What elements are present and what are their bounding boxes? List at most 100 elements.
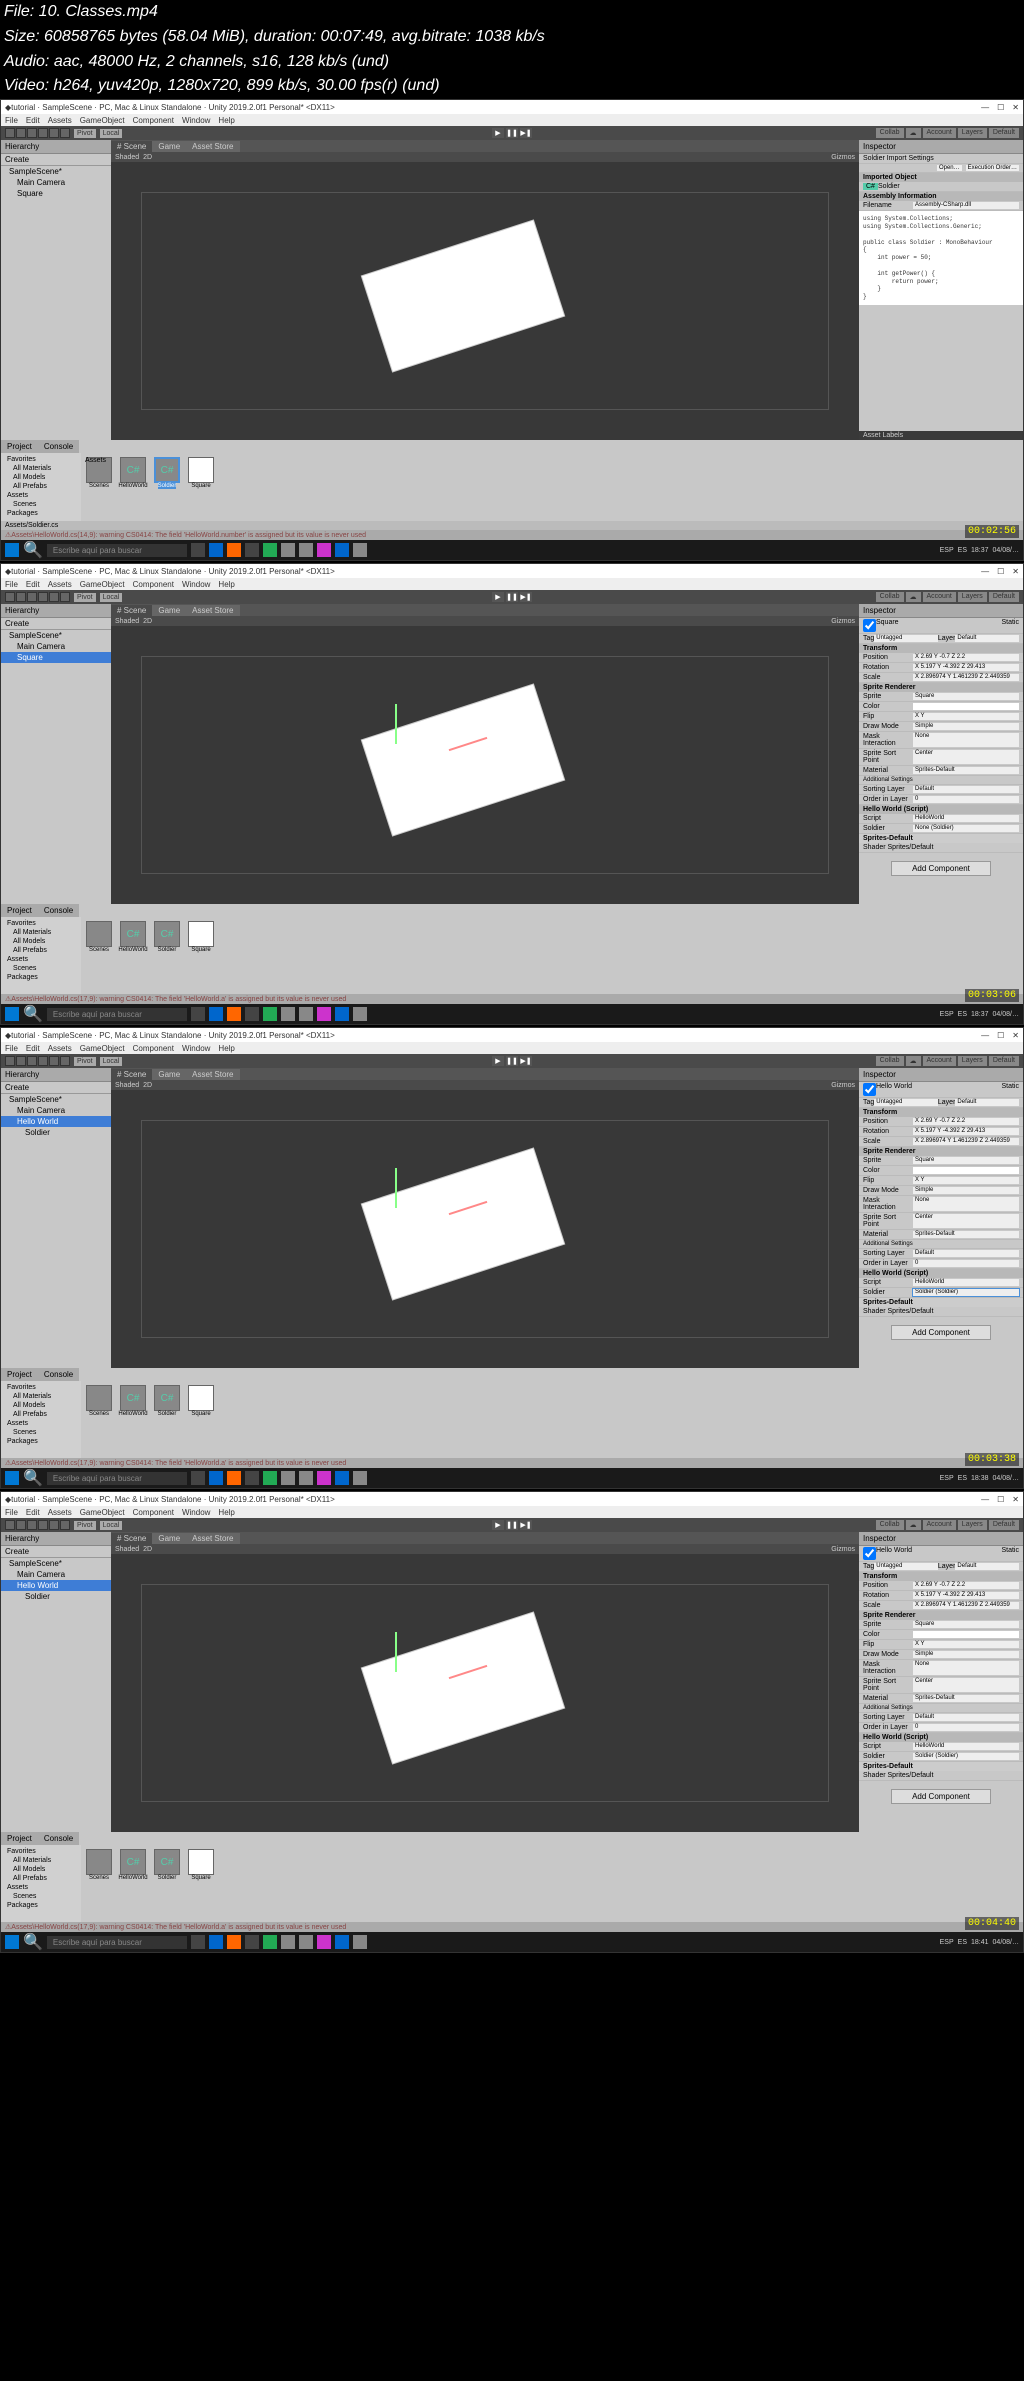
transform-tool-icon[interactable] <box>60 592 70 602</box>
soldier-field[interactable]: Soldier (Soldier) <box>913 1289 1019 1296</box>
script-component-header[interactable]: Hello World (Script) <box>859 1269 1023 1278</box>
account-dropdown[interactable]: Account <box>923 592 956 602</box>
asset-scenes[interactable]: Scenes <box>85 1385 113 1421</box>
sprites-default-material[interactable]: Sprites-Default <box>859 834 1023 843</box>
tray-lang[interactable]: ESP <box>940 547 954 554</box>
tree-all-prefabs[interactable]: All Prefabs <box>3 1874 79 1883</box>
asset-helloworld[interactable]: C#HelloWorld <box>119 1385 147 1421</box>
menu-gameobject[interactable]: GameObject <box>80 1508 125 1517</box>
y-axis-gizmo[interactable] <box>395 704 397 744</box>
add-component-button[interactable]: Add Component <box>891 1325 991 1340</box>
maximize-icon[interactable]: ☐ <box>997 567 1004 576</box>
asset-scenes[interactable]: Scenes <box>85 921 113 957</box>
pivot-toggle[interactable]: Pivot <box>74 129 96 138</box>
asset-store-tab[interactable]: Asset Store <box>186 605 239 616</box>
project-tab[interactable]: Project <box>1 904 38 917</box>
y-axis-gizmo[interactable] <box>395 1168 397 1208</box>
taskbar-app-6[interactable] <box>299 1471 313 1485</box>
taskbar-app-6[interactable] <box>299 1007 313 1021</box>
layout-dropdown[interactable]: Default <box>989 128 1019 138</box>
tree-packages[interactable]: Packages <box>3 1437 79 1446</box>
project-tab[interactable]: Project <box>1 1832 38 1845</box>
project-tab[interactable]: Project <box>1 440 38 453</box>
hierarchy-item-square[interactable]: Square <box>1 188 111 199</box>
tree-all-materials[interactable]: All Materials <box>3 928 79 937</box>
taskbar-app-7[interactable] <box>317 1007 331 1021</box>
taskbar-search[interactable]: Escribe aquí para buscar <box>47 1936 187 1949</box>
menu-file[interactable]: File <box>5 1508 18 1517</box>
color-field[interactable] <box>913 1631 1019 1638</box>
taskbar-app-3[interactable] <box>245 1471 259 1485</box>
scale-tool-icon[interactable] <box>38 128 48 138</box>
tree-all-prefabs[interactable]: All Prefabs <box>3 946 79 955</box>
scene-tab[interactable]: # Scene <box>111 1533 152 1544</box>
rotate-tool-icon[interactable] <box>27 592 37 602</box>
taskbar-search[interactable]: Escribe aquí para buscar <box>47 1008 187 1021</box>
taskbar-app-9[interactable] <box>353 1007 367 1021</box>
hierarchy-item-camera[interactable]: Main Camera <box>1 1569 111 1580</box>
scale-fields[interactable]: X 2.896974 Y 1.461239 Z 2.449359 <box>913 1602 1019 1609</box>
menu-assets[interactable]: Assets <box>48 1044 72 1053</box>
sortpoint-dropdown[interactable]: Center <box>913 1678 1019 1692</box>
gameobject-active-checkbox[interactable] <box>863 1547 876 1560</box>
menu-window[interactable]: Window <box>182 116 210 125</box>
start-button[interactable] <box>5 1007 19 1021</box>
transform-tool-icon[interactable] <box>60 1056 70 1066</box>
task-view-icon[interactable] <box>191 1935 205 1949</box>
material-field[interactable]: Sprites-Default <box>913 1695 1019 1702</box>
hierarchy-create[interactable]: Create <box>1 1546 111 1558</box>
game-tab[interactable]: Game <box>152 141 186 152</box>
tree-scenes[interactable]: Scenes <box>3 500 79 509</box>
game-tab[interactable]: Game <box>152 605 186 616</box>
scene-tab[interactable]: # Scene <box>111 141 152 152</box>
cloud-icon[interactable]: ☁ <box>906 1520 921 1530</box>
task-view-icon[interactable] <box>191 1471 205 1485</box>
menu-file[interactable]: File <box>5 580 18 589</box>
material-field[interactable]: Sprites-Default <box>913 767 1019 774</box>
inspector-tab[interactable]: Inspector <box>859 1532 1023 1546</box>
gameobject-name[interactable]: Hello World <box>876 1083 912 1096</box>
tag-dropdown[interactable]: Untagged <box>874 1099 938 1106</box>
taskbar-app-2[interactable] <box>227 543 241 557</box>
rect-tool-icon[interactable] <box>49 128 59 138</box>
layers-dropdown[interactable]: Layers <box>958 128 987 138</box>
tree-all-materials[interactable]: All Materials <box>3 1392 79 1401</box>
hierarchy-tab[interactable]: Hierarchy <box>1 1532 111 1546</box>
tree-assets[interactable]: Assets <box>3 491 79 500</box>
scene-viewport[interactable] <box>111 1090 859 1368</box>
menu-edit[interactable]: Edit <box>26 1508 40 1517</box>
hand-tool-icon[interactable] <box>5 592 15 602</box>
position-fields[interactable]: X 2.69 Y -0.7 Z 2.2 <box>913 654 1019 661</box>
asset-square[interactable]: Square <box>187 1385 215 1421</box>
taskbar-app-8[interactable] <box>335 1935 349 1949</box>
sortpoint-dropdown[interactable]: Center <box>913 750 1019 764</box>
pivot-toggle[interactable]: Pivot <box>74 593 96 602</box>
menu-edit[interactable]: Edit <box>26 1044 40 1053</box>
tree-all-models[interactable]: All Models <box>3 473 79 482</box>
search-icon[interactable]: 🔍 <box>23 1468 43 1488</box>
taskbar-app-9[interactable] <box>353 1471 367 1485</box>
scene-tab[interactable]: # Scene <box>111 1069 152 1080</box>
hierarchy-item-helloworld[interactable]: Hello World <box>1 1116 111 1127</box>
tree-scenes[interactable]: Scenes <box>3 964 79 973</box>
move-tool-icon[interactable] <box>16 592 26 602</box>
taskbar-app-4[interactable] <box>263 1007 277 1021</box>
asset-store-tab[interactable]: Asset Store <box>186 1533 239 1544</box>
taskbar-app-7[interactable] <box>317 1935 331 1949</box>
pivot-toggle[interactable]: Pivot <box>74 1057 96 1066</box>
shaded-dropdown[interactable]: Shaded <box>115 1082 139 1089</box>
hierarchy-tab[interactable]: Hierarchy <box>1 1068 111 1082</box>
2d-toggle[interactable]: 2D <box>143 1082 152 1089</box>
local-toggle[interactable]: Local <box>100 1057 123 1066</box>
tree-all-prefabs[interactable]: All Prefabs <box>3 1410 79 1419</box>
taskbar-app-9[interactable] <box>353 1935 367 1949</box>
tree-packages[interactable]: Packages <box>3 973 79 982</box>
transform-header[interactable]: Transform <box>859 644 1023 653</box>
scene-viewport[interactable] <box>111 1554 859 1832</box>
maximize-icon[interactable]: ☐ <box>997 1495 1004 1504</box>
menu-gameobject[interactable]: GameObject <box>80 116 125 125</box>
gizmos-dropdown[interactable]: Gizmos <box>831 1546 855 1553</box>
menu-help[interactable]: Help <box>218 580 234 589</box>
taskbar-app-3[interactable] <box>245 543 259 557</box>
inspector-tab[interactable]: Inspector <box>859 1068 1023 1082</box>
